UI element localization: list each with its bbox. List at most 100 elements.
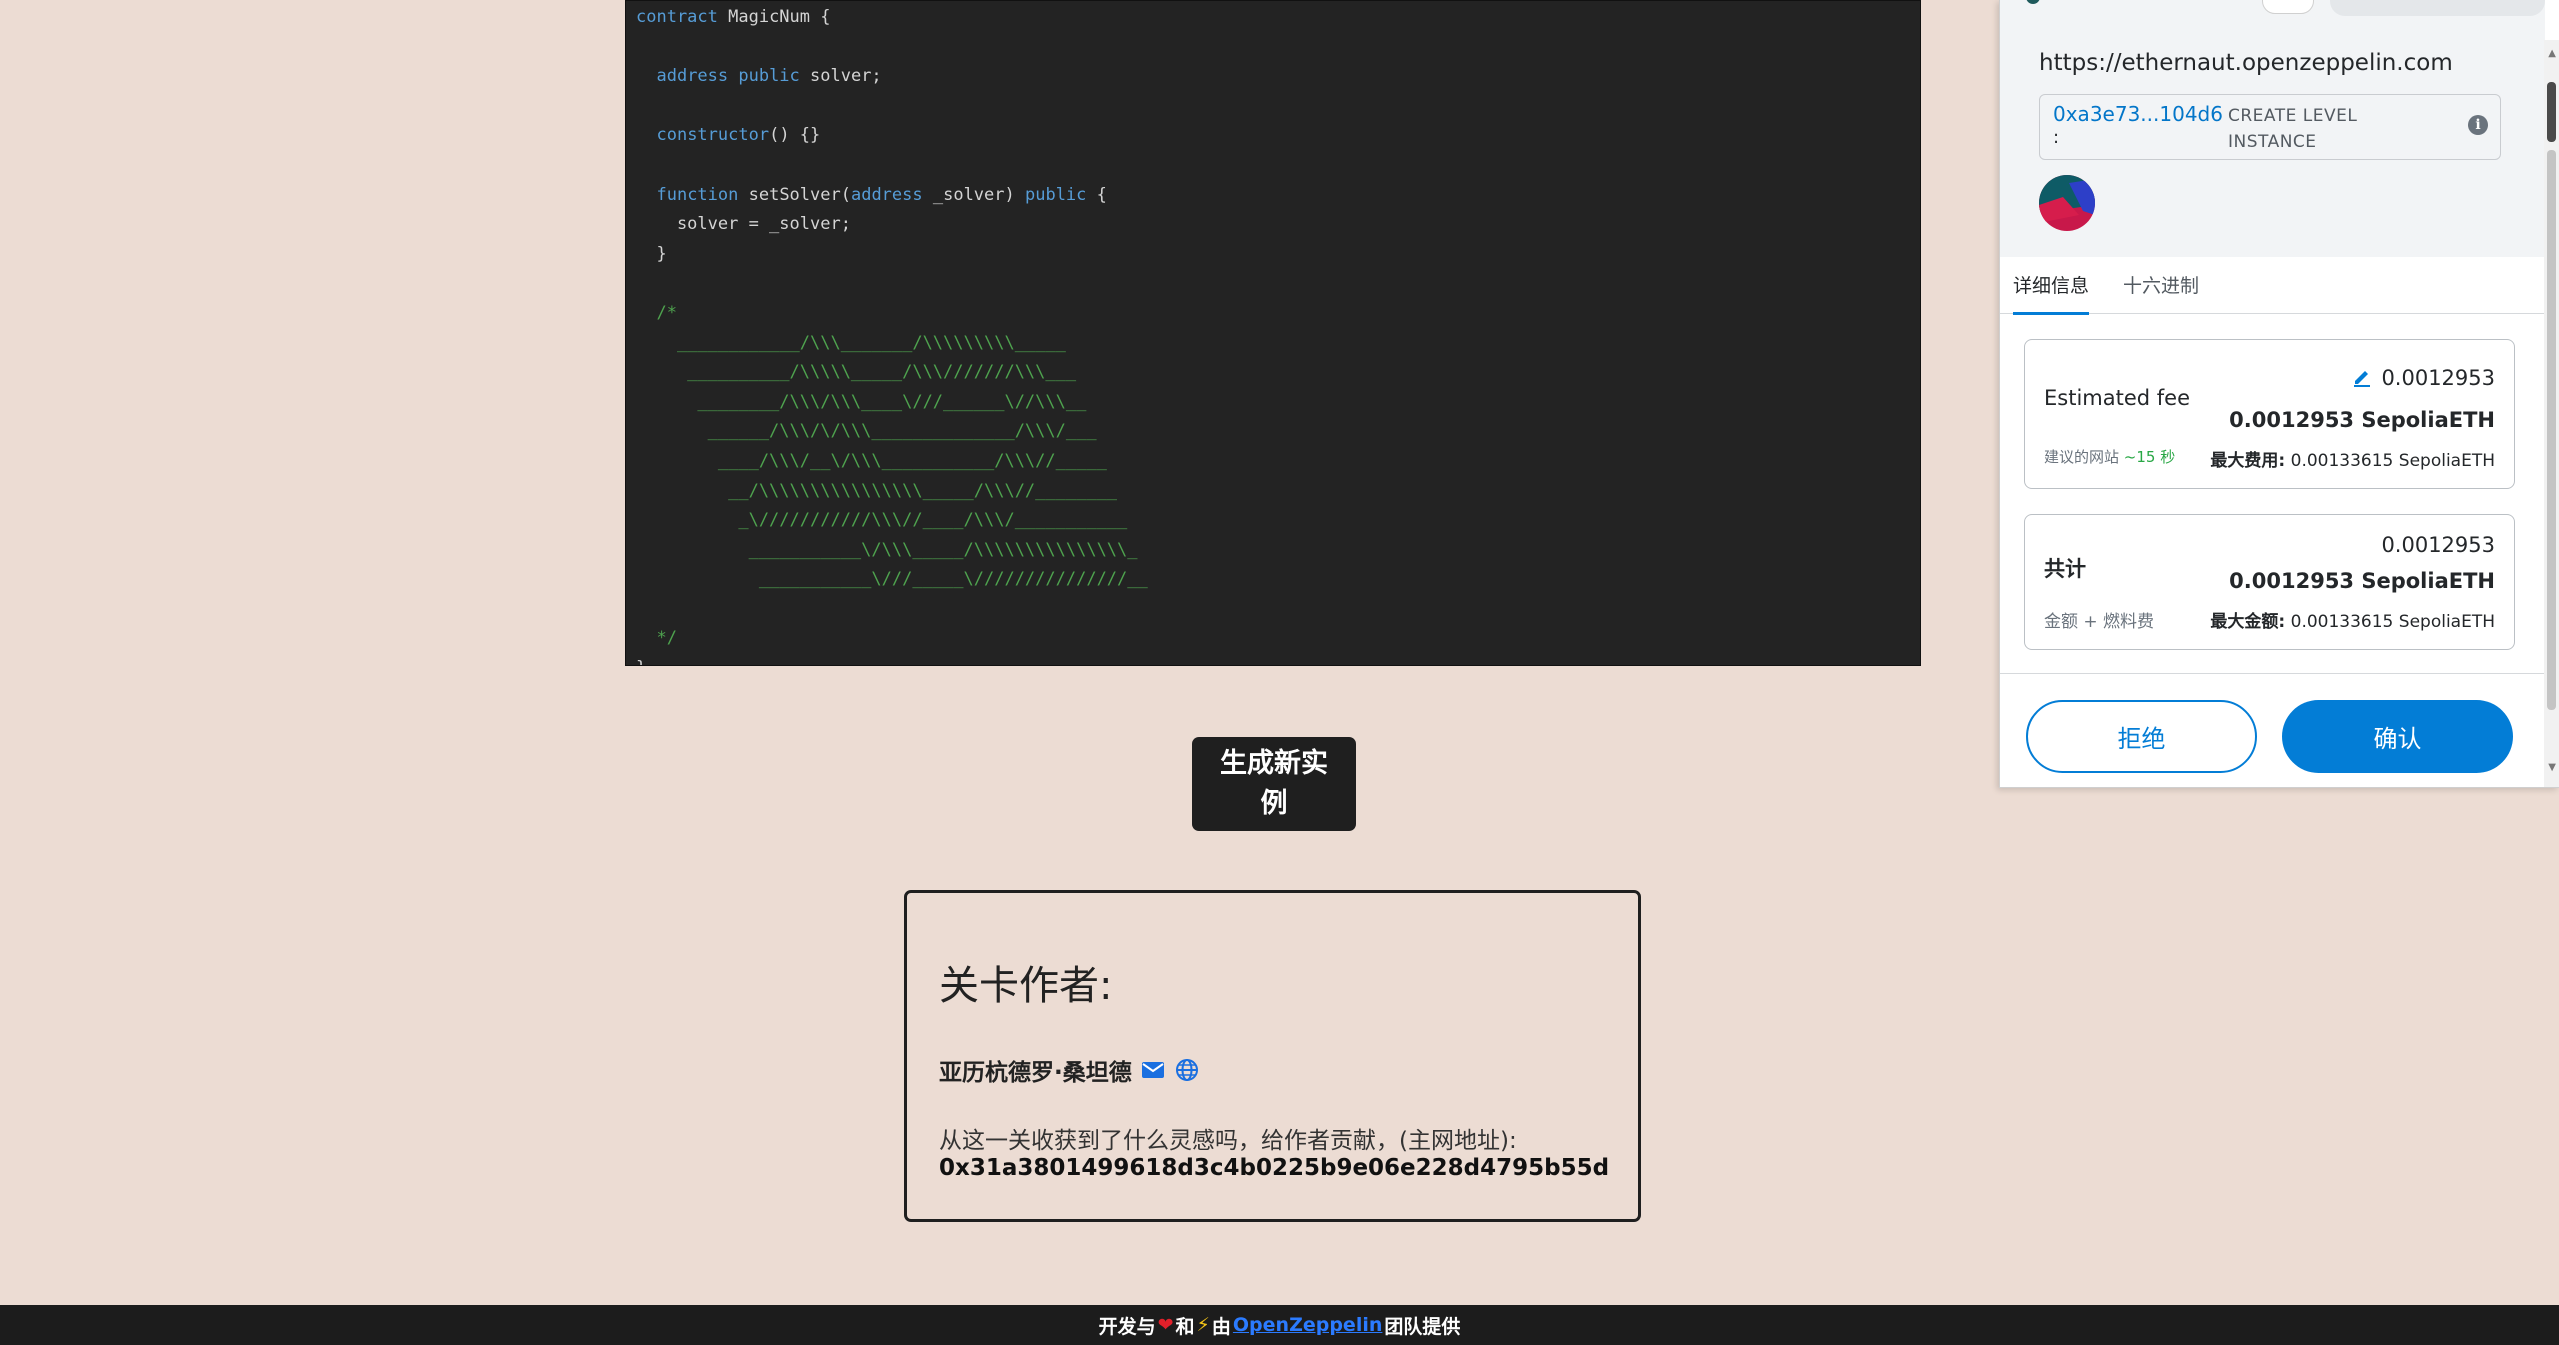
- code-line: address public solver;: [636, 62, 1910, 92]
- footer-prefix: 开发与: [1098, 1315, 1156, 1338]
- metamask-header-area: https://ethernaut.openzeppelin.com 0xa3e…: [2000, 0, 2545, 257]
- code-token: }: [636, 243, 667, 264]
- scroll-down-arrow-icon[interactable]: ▼: [2548, 762, 2556, 773]
- openzeppelin-link[interactable]: OpenZeppelin: [1233, 1314, 1382, 1336]
- code-token: {: [1086, 184, 1107, 205]
- generate-label-line1: 生成新实: [1220, 748, 1328, 779]
- reject-button[interactable]: 拒绝: [2026, 700, 2257, 773]
- author-name-row: 亚历杭德罗·桑坦德: [939, 1053, 1200, 1087]
- code-line: }: [636, 654, 1910, 665]
- connection-pill[interactable]: [2262, 0, 2314, 14]
- total-card: 共计 0.0012953 0.0012953 SepoliaETH 金额 + 燃…: [2024, 514, 2515, 650]
- fee-suggested: 建议的网站 ~15 秒: [2044, 446, 2175, 467]
- code-line: ____________/\\\_______/\\\\\\\\\_____: [636, 329, 1910, 359]
- code-token: }: [636, 658, 646, 665]
- metamask-confirmation-popup: https://ethernaut.openzeppelin.com 0xa3e…: [1999, 0, 2559, 788]
- code-token: solver;: [799, 66, 882, 87]
- donate-text: 从这一关收获到了什么灵感吗，给作者贡献，(主网地址):: [939, 1128, 1517, 1154]
- fee-value-eth: 0.0012953 SepoliaETH: [2229, 408, 2495, 432]
- code-token: address public: [656, 66, 800, 87]
- network-dot-icon[interactable]: [2026, 0, 2040, 4]
- contract-action-label: CREATE LEVEL INSTANCE: [2228, 106, 2358, 152]
- code-token: ____________/\\\_______/\\\\\\\\\_____: [636, 332, 1066, 353]
- code-line: solver = _solver;: [636, 210, 1910, 240]
- generate-label-line2: 例: [1260, 788, 1288, 819]
- footer-by: 由: [1211, 1315, 1231, 1338]
- scrollbar-track: [2547, 150, 2556, 710]
- fee-value: 0.0012953: [2381, 366, 2495, 390]
- code-token: () {}: [769, 125, 821, 146]
- scrollbar-thumb[interactable]: [2547, 82, 2556, 142]
- total-max-label: 最大金额:: [2210, 612, 2286, 632]
- code-token: __________/\\\\\_____/\\\///////\\\___: [636, 362, 1077, 383]
- code-token: */: [636, 628, 677, 649]
- code-line: ________/\\\/\\\____\///______\//\\\__: [636, 388, 1910, 418]
- footer-suffix: 团队提供: [1384, 1315, 1461, 1338]
- code-token: solver = _solver;: [636, 214, 851, 235]
- footer-divider: [2000, 673, 2545, 674]
- confirm-button[interactable]: 确认: [2282, 700, 2513, 773]
- contract-info-box: 0xa3e73...104d6 : CREATE LEVEL INSTANCE …: [2039, 94, 2501, 160]
- lightning-icon: ⚡: [1196, 1314, 1210, 1336]
- fee-max: 最大费用: 0.00133615 SepoliaETH: [2210, 446, 2495, 471]
- total-max-value: 0.00133615 SepoliaETH: [2290, 612, 2495, 632]
- total-value-eth: 0.0012953 SepoliaETH: [2229, 569, 2495, 593]
- code-token: _\///////////\\\//____/\\\/___________: [636, 510, 1128, 531]
- code-token: MagicNum {: [717, 7, 831, 27]
- code-line: constructor() {}: [636, 121, 1910, 151]
- total-value: 0.0012953: [2381, 533, 2495, 557]
- code-line: /*: [636, 299, 1910, 329]
- code-token: ____/\\\/__\/\\\___________/\\\//_____: [636, 450, 1107, 471]
- page-footer: 开发与 ❤ 和 ⚡ 由 OpenZeppelin 团队提供: [0, 1305, 2559, 1345]
- email-icon[interactable]: [1140, 1057, 1166, 1083]
- level-author-card: 关卡作者: 亚历杭德罗·桑坦德 从这一关收获到了什么灵感吗，给作者贡献，(主网地…: [904, 890, 1641, 1222]
- code-line: __________/\\\\\_____/\\\///////\\\___: [636, 358, 1910, 388]
- heart-icon: ❤: [1157, 1314, 1174, 1336]
- code-token: public: [1024, 184, 1087, 205]
- scroll-up-arrow-icon[interactable]: ▲: [2548, 48, 2556, 59]
- contract-colon: :: [2053, 127, 2060, 148]
- author-name: 亚历杭德罗·桑坦德: [939, 1060, 1132, 1086]
- fee-max-label: 最大费用:: [2210, 451, 2286, 471]
- total-sub-label: 金额 + 燃料费: [2044, 612, 2155, 632]
- code-line: }: [636, 240, 1910, 270]
- code-line: contract MagicNum {: [636, 3, 1910, 33]
- tab-hex[interactable]: 十六进制: [2123, 271, 2199, 312]
- edit-gas-icon[interactable]: [2351, 366, 2373, 388]
- code-token: ___________\/\\\_____/\\\\\\\\\\\\\\\_: [636, 539, 1138, 560]
- code-token: /*: [636, 302, 677, 323]
- author-heading: 关卡作者:: [939, 963, 1113, 1009]
- total-label: 共计: [2044, 557, 2086, 581]
- code-token: ______/\\\/\/\\\______________/\\\/___: [636, 421, 1097, 442]
- code-token: _solver): [922, 184, 1025, 205]
- estimated-fee-card: Estimated fee 0.0012953 0.0012953 Sepoli…: [2024, 339, 2515, 489]
- generate-new-instance-button[interactable]: 生成新实 例: [1192, 737, 1356, 831]
- code-token: function: [656, 184, 739, 205]
- code-line: ___________\///_____\///////////////__: [636, 565, 1910, 595]
- tab-details[interactable]: 详细信息: [2013, 271, 2090, 315]
- code-token: constructor: [656, 125, 770, 146]
- account-avatar: [2039, 175, 2095, 231]
- globe-icon[interactable]: [1174, 1057, 1200, 1083]
- code-line: __/\\\\\\\\\\\\\\\\_____/\\\//________: [636, 477, 1910, 507]
- fee-label: Estimated fee: [2044, 386, 2190, 410]
- contract-address-link[interactable]: 0xa3e73...104d6: [2053, 101, 2223, 127]
- account-pill[interactable]: [2330, 0, 2545, 16]
- code-line: ___________\/\\\_____/\\\\\\\\\\\\\\\_: [636, 536, 1910, 566]
- footer-and: 和: [1175, 1315, 1195, 1338]
- total-max: 最大金额: 0.00133615 SepoliaETH: [2210, 607, 2495, 632]
- origin-url: https://ethernaut.openzeppelin.com: [2039, 50, 2453, 76]
- metamask-tabs: 详细信息 十六进制: [2000, 257, 2545, 315]
- suggested-label: 建议的网站: [2044, 448, 2120, 466]
- info-icon[interactable]: i: [2468, 115, 2488, 135]
- code-token: setSolver(: [738, 184, 851, 205]
- fee-max-value: 0.00133615 SepoliaETH: [2290, 451, 2495, 471]
- code-line: */: [636, 624, 1910, 654]
